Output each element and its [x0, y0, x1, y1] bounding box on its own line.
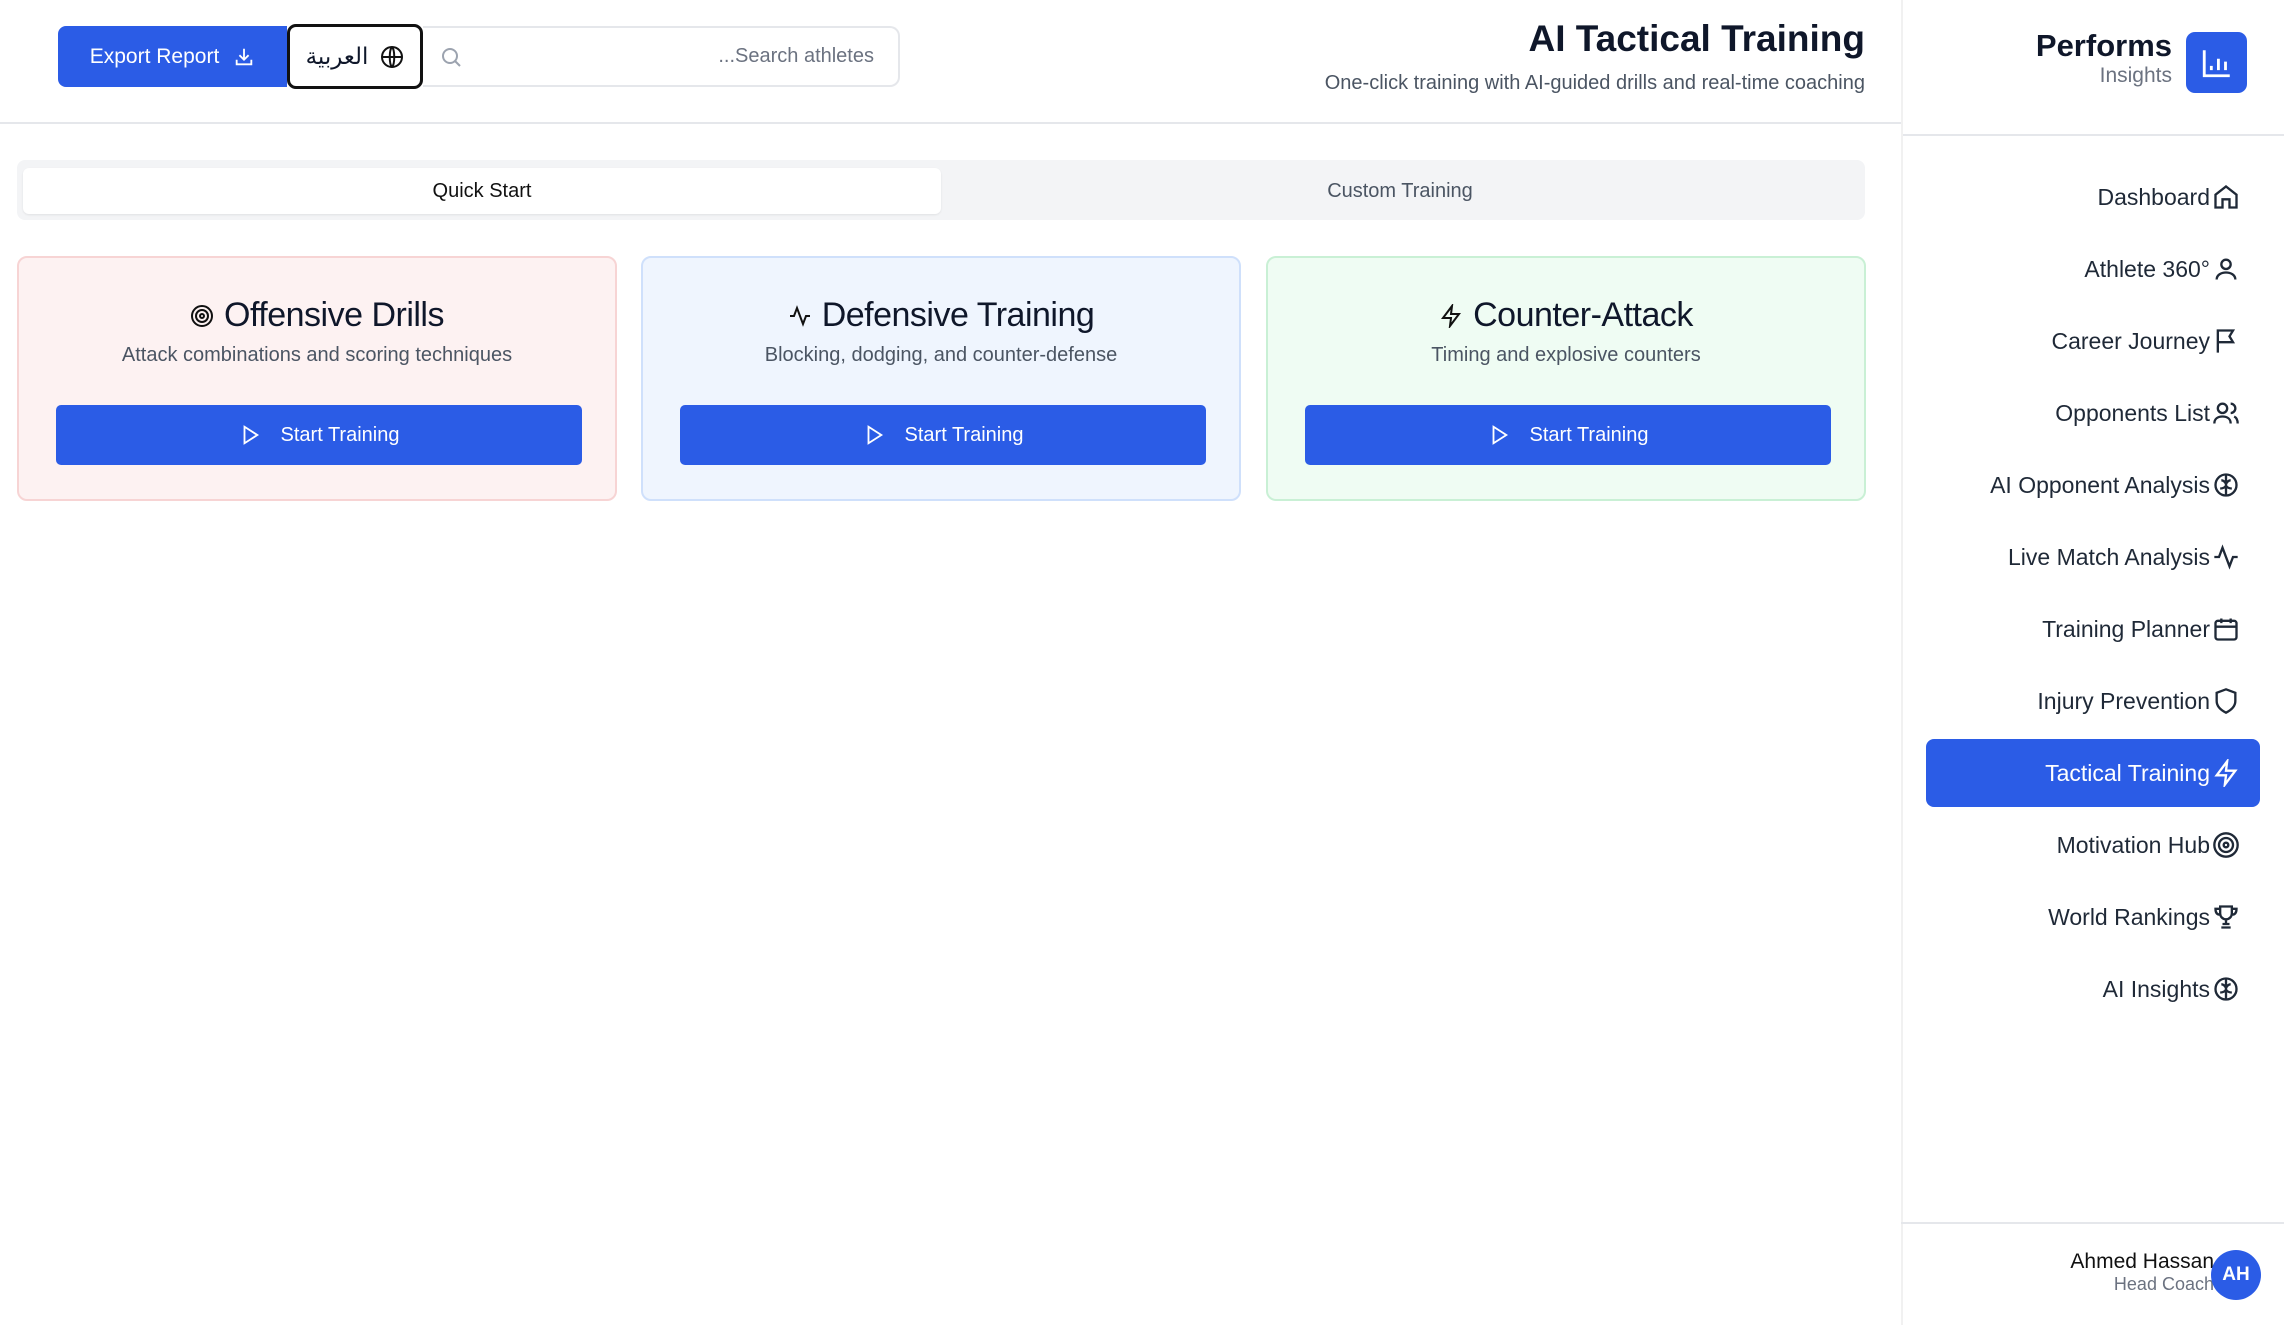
start-training-button[interactable]: Start Training — [680, 405, 1206, 465]
sidebar-item-ai-insights[interactable]: AI Insights — [1926, 955, 2260, 1023]
brain-icon — [2214, 473, 2238, 497]
search-placeholder: ...Search athletes — [718, 45, 874, 67]
calendar-icon — [2214, 618, 2238, 641]
sidebar-item-label: AI Opponent Analysis — [1990, 471, 2210, 498]
card-description: Blocking, dodging, and counter-defense — [764, 344, 1118, 366]
sidebar-item-label: Motivation Hub — [2056, 831, 2210, 858]
card-title: Defensive Training — [821, 296, 1095, 334]
brain-icon — [2214, 977, 2238, 1001]
search-input[interactable]: ...Search athletes — [423, 26, 900, 87]
button-label: Start Training — [280, 423, 400, 446]
play-icon — [867, 425, 883, 445]
sidebar-item-training-planner[interactable]: Training Planner — [1926, 595, 2260, 663]
sidebar-item-tactical-training[interactable]: Tactical Training — [1926, 739, 2260, 807]
language-label: العربية — [305, 43, 369, 70]
sidebar-item-label: World Rankings — [2048, 903, 2210, 930]
button-label: Start Training — [1529, 423, 1649, 446]
export-label: Export Report — [89, 44, 220, 68]
download-icon — [236, 48, 253, 65]
sidebar-item-label: Tactical Training — [2045, 759, 2210, 786]
sidebar-item-label: Live Match Analysis — [2008, 543, 2210, 570]
sidebar-item-dashboard[interactable]: Dashboard — [1926, 163, 2260, 231]
language-toggle-button[interactable]: العربية — [287, 24, 423, 89]
sidebar-item-label: Training Planner — [2042, 615, 2210, 642]
training-tabs: Quick Start Custom Training — [17, 160, 1865, 220]
page-title: AI Tactical Training — [1528, 18, 1865, 59]
sidebar-item-label: Athlete 360° — [2084, 255, 2210, 282]
home-icon — [2214, 185, 2238, 209]
user-role: Head Coach — [2113, 1274, 2214, 1294]
sidebar-item-label: Opponents List — [2055, 399, 2210, 426]
play-icon — [1492, 425, 1508, 445]
activity-icon — [789, 304, 810, 327]
bar-chart-logo-icon — [2186, 32, 2247, 93]
start-training-button[interactable]: Start Training — [56, 405, 582, 465]
sidebar-item-label: Injury Prevention — [2037, 687, 2210, 714]
globe-icon — [381, 45, 404, 68]
avatar[interactable]: AH — [2211, 1250, 2261, 1300]
tab-quick-start[interactable]: Quick Start — [23, 168, 941, 214]
tab-custom-training[interactable]: Custom Training — [941, 168, 1859, 214]
card-title: Counter-Attack — [1473, 296, 1693, 334]
sidebar-item-label: Career Journey — [2051, 327, 2210, 354]
brand-name: Performs — [2035, 28, 2172, 63]
sidebar-item-label: AI Insights — [2102, 975, 2210, 1002]
export-report-button[interactable]: Export Report — [58, 26, 287, 87]
user-icon — [2215, 258, 2237, 280]
card-title: Offensive Drills — [224, 296, 445, 334]
sidebar-item-opponents-list[interactable]: Opponents List — [1926, 379, 2260, 447]
target-icon — [191, 304, 213, 327]
flag-icon — [2216, 329, 2236, 353]
activity-icon — [2214, 544, 2238, 570]
user-info: Ahmed Hassan Head Coach — [2070, 1250, 2214, 1295]
sidebar-item-career-journey[interactable]: Career Journey — [1926, 307, 2260, 375]
counter-attack-card: Counter-Attack Timing and explosive coun… — [1266, 256, 1866, 501]
zap-icon — [1441, 303, 1462, 328]
start-training-button[interactable]: Start Training — [1305, 405, 1831, 465]
page-subtitle: One-click training with AI-guided drills… — [1324, 72, 1865, 94]
sidebar-item-label: Dashboard — [2097, 183, 2210, 210]
offensive-drills-card: Offensive Drills Attack combinations and… — [17, 256, 617, 501]
trophy-icon — [2214, 905, 2238, 929]
users-icon — [2213, 402, 2239, 424]
brand-tagline: Insights — [2099, 64, 2172, 87]
sidebar-item-live-match-analysis[interactable]: Live Match Analysis — [1926, 523, 2260, 591]
target-icon — [2213, 832, 2239, 858]
button-label: Start Training — [904, 423, 1024, 446]
user-name: Ahmed Hassan — [2070, 1250, 2214, 1273]
brand: Performs Insights — [2036, 28, 2172, 88]
play-icon — [243, 425, 259, 445]
sidebar-item-world-rankings[interactable]: World Rankings — [1926, 883, 2260, 951]
card-description: Attack combinations and scoring techniqu… — [121, 344, 513, 366]
zap-icon — [2214, 759, 2238, 787]
sidebar-item-injury-prevention[interactable]: Injury Prevention — [1926, 667, 2260, 735]
card-description: Timing and explosive counters — [1431, 344, 1701, 366]
sidebar-item-athlete-360[interactable]: Athlete 360° — [1926, 235, 2260, 303]
shield-icon — [2215, 688, 2237, 714]
sidebar-item-ai-opponent-analysis[interactable]: AI Opponent Analysis — [1926, 451, 2260, 519]
sidebar-item-motivation-hub[interactable]: Motivation Hub — [1926, 811, 2260, 879]
defensive-training-card: Defensive Training Blocking, dodging, an… — [641, 256, 1241, 501]
search-icon — [442, 47, 461, 67]
